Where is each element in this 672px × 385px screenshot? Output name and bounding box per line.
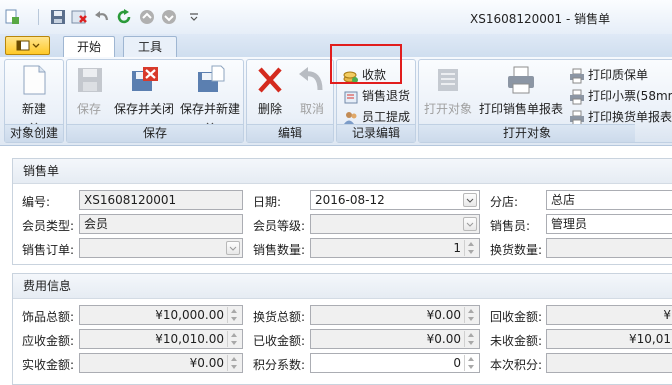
- title-bar: XS1608120001 - 销售单: [0, 0, 672, 35]
- member-type-label: 会员类型:: [22, 219, 75, 233]
- section-title: 费用信息: [13, 274, 672, 299]
- sales-return-button[interactable]: 销售退货: [343, 87, 410, 105]
- up-arrow-icon[interactable]: [139, 9, 155, 25]
- section-title: 销售单: [13, 159, 672, 184]
- order-select[interactable]: [79, 238, 243, 258]
- receivable-label: 应收金额:: [22, 334, 75, 348]
- group-label: 打开对象: [419, 124, 635, 142]
- app-icon: [4, 9, 20, 25]
- exchange-qty-field[interactable]: [546, 238, 672, 258]
- print-warranty-button[interactable]: 打印质保单: [569, 66, 648, 84]
- delete-button[interactable]: 删除: [253, 64, 287, 117]
- save-new-icon: [194, 64, 226, 96]
- save-close-button[interactable]: 保存并关闭: [113, 64, 175, 117]
- chevron-down-icon[interactable]: [463, 193, 477, 207]
- collected-total-label: 回收金额:: [490, 310, 543, 324]
- group-label: 对象创建: [5, 124, 63, 142]
- points-factor-field[interactable]: 0: [310, 353, 480, 373]
- tab-start[interactable]: 开始: [63, 36, 115, 57]
- open-object-button[interactable]: 打开对象: [423, 64, 473, 117]
- points-factor-label: 积分系数:: [253, 358, 306, 372]
- save-icon[interactable]: [50, 9, 66, 25]
- store-label: 分店:: [490, 195, 519, 209]
- cancel-button[interactable]: 取消: [295, 64, 329, 117]
- group-edit: 删除 取消 编辑: [246, 59, 334, 143]
- actual-field[interactable]: ¥0.00: [79, 353, 243, 373]
- print-receipt-button[interactable]: 打印小票(58mm: [569, 87, 672, 105]
- member-type-field[interactable]: 会员: [79, 214, 243, 234]
- spinner-icon[interactable]: [464, 331, 478, 347]
- date-label: 日期:: [253, 195, 282, 209]
- actual-label: 实收金额:: [22, 358, 75, 372]
- uncollected-label: 未收金额:: [490, 334, 543, 348]
- jewelry-total-field[interactable]: ¥10,000.00: [79, 305, 243, 325]
- new-document-icon: [18, 64, 50, 96]
- save-new-button[interactable]: 保存并新建: [179, 64, 241, 127]
- return-icon: [343, 89, 359, 105]
- group-label: 编辑: [247, 124, 333, 142]
- group-label: 保存: [67, 124, 243, 142]
- date-picker[interactable]: 2016-08-12: [310, 190, 480, 210]
- receivable-field[interactable]: ¥10,010.00: [79, 329, 243, 349]
- open-object-icon: [432, 64, 464, 96]
- refresh-icon[interactable]: [116, 9, 132, 25]
- highlight-box: [330, 44, 402, 84]
- received-label: 已收金额:: [253, 334, 306, 348]
- close-icon[interactable]: [71, 9, 87, 25]
- chevron-down-icon: [13, 117, 55, 127]
- chevron-down-icon[interactable]: [226, 241, 240, 255]
- received-field[interactable]: ¥0.00: [310, 329, 480, 349]
- chevron-down-icon: [179, 117, 241, 127]
- exchange-total-label: 换货总额:: [253, 310, 306, 324]
- down-arrow-icon[interactable]: [161, 9, 177, 25]
- group-label: 记录编辑: [337, 124, 415, 142]
- divider: [38, 9, 39, 25]
- member-level-label: 会员等级:: [253, 219, 306, 233]
- menu-icon: [16, 40, 40, 51]
- customize-toolbar-icon[interactable]: [186, 9, 202, 25]
- points-this-label: 本次积分:: [490, 358, 543, 372]
- save-close-icon: [128, 64, 160, 96]
- group-open: 打开对象 打印销售单报表 打印质保单 打印小票(58mm 打印换货单报表 打开对…: [418, 59, 672, 143]
- jewelry-total-label: 饰品总额:: [22, 310, 75, 324]
- spinner-icon[interactable]: [227, 307, 241, 323]
- spinner-icon[interactable]: [227, 355, 241, 371]
- seller-label: 销售员:: [490, 219, 531, 233]
- save-button[interactable]: 保存: [71, 64, 107, 117]
- number-label: 编号:: [22, 195, 51, 209]
- delete-icon: [254, 64, 286, 96]
- chevron-down-icon[interactable]: [463, 217, 477, 231]
- new-button[interactable]: 新建: [13, 64, 55, 127]
- quantity-label: 销售数量:: [253, 243, 306, 257]
- exchange-total-field[interactable]: ¥0.00: [310, 305, 480, 325]
- quantity-stepper[interactable]: 1: [310, 238, 480, 258]
- number-field[interactable]: XS1608120001: [79, 190, 243, 210]
- spinner-icon[interactable]: [227, 331, 241, 347]
- group-save: 保存 保存并关闭 保存并新建 保存: [66, 59, 244, 143]
- spinner-icon[interactable]: [464, 240, 478, 256]
- tab-tools[interactable]: 工具: [123, 36, 177, 57]
- spinner-icon[interactable]: [464, 307, 478, 323]
- app-menu-button[interactable]: [5, 36, 50, 55]
- uncollected-field[interactable]: ¥10,01: [546, 329, 672, 349]
- spinner-icon[interactable]: [464, 355, 478, 371]
- print-sales-report-button[interactable]: 打印销售单报表: [479, 64, 563, 117]
- store-field[interactable]: 总店: [546, 190, 672, 210]
- group-create: 新建 对象创建: [4, 59, 64, 143]
- undo-icon[interactable]: [94, 9, 110, 25]
- window-title: XS1608120001 - 销售单: [470, 12, 611, 26]
- seller-field[interactable]: 管理员: [546, 214, 672, 234]
- exchange-qty-label: 换货数量:: [490, 243, 543, 257]
- points-this-field[interactable]: [546, 353, 672, 373]
- collected-total-field[interactable]: ¥: [546, 305, 672, 325]
- printer-icon: [569, 68, 585, 84]
- save-icon: [73, 64, 105, 96]
- printer-icon: [569, 89, 585, 105]
- member-level-select[interactable]: [310, 214, 480, 234]
- printer-icon: [505, 64, 537, 96]
- order-label: 销售订单:: [22, 243, 75, 257]
- undo-icon: [296, 64, 328, 96]
